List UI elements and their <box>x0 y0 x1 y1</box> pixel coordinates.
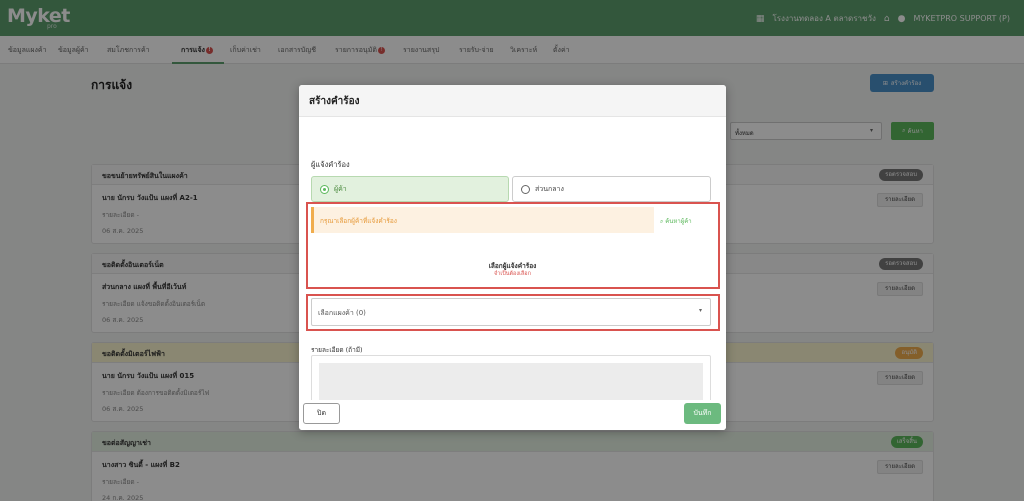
shop-select-value: เลือกแผงค้า (0) <box>318 309 366 317</box>
detail-label: รายละเอียด (ถ้ามี) <box>311 346 363 354</box>
reporter-label: ผู้แจ้งคำร้อง <box>311 160 350 169</box>
modal-body: ผู้แจ้งคำร้อง ผู้ค้า ส่วนกลาง กรุณาเลือก… <box>299 117 726 400</box>
search-vendor-link[interactable]: ⌕ ค้นหาผู้ค้า <box>660 216 692 226</box>
detail-textarea[interactable] <box>311 355 711 400</box>
warning-message: กรุณาเลือกผู้ค้าที่แจ้งคำร้อง <box>311 207 654 233</box>
radio-unchecked-icon <box>521 184 530 194</box>
create-request-modal: สร้างคำร้อง ผู้แจ้งคำร้อง ผู้ค้า ส่วนกลา… <box>299 85 726 430</box>
close-button[interactable]: ปิด <box>303 403 340 424</box>
radio-option-vendor[interactable]: ผู้ค้า <box>311 176 509 202</box>
required-text: จำเป็นต้องเลือก <box>494 271 531 277</box>
search-vendor-label: ค้นหาผู้ค้า <box>665 218 692 225</box>
radio-option-central-label: ส่วนกลาง <box>535 184 564 193</box>
radio-option-central[interactable]: ส่วนกลาง <box>512 176 711 202</box>
chevron-down-icon: ▾ <box>698 307 702 314</box>
modal-title: สร้างคำร้อง <box>299 85 726 117</box>
textarea-area[interactable] <box>319 363 703 400</box>
radio-checked-icon <box>320 184 329 194</box>
shop-select[interactable]: เลือกแผงค้า (0) ▾ <box>311 298 711 326</box>
radio-option-vendor-label: ผู้ค้า <box>334 184 347 193</box>
modal-footer: ปิด บันทึก <box>299 400 726 430</box>
save-button[interactable]: บันทึก <box>684 403 721 424</box>
